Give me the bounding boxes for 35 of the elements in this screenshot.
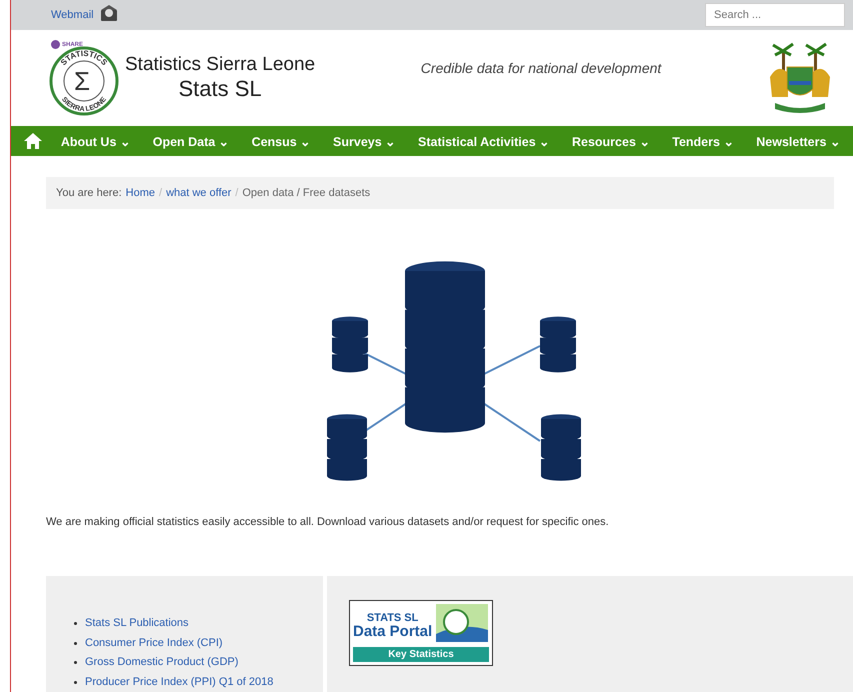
nav-menu-item[interactable]: Newsletters ⌄ xyxy=(752,134,845,148)
breadcrumb-link[interactable]: what we offer xyxy=(166,187,232,199)
key-statistics-label: Key Statistics xyxy=(353,647,489,662)
bullet-icon xyxy=(74,622,77,626)
nav-menu-item[interactable]: Surveys ⌄ xyxy=(329,134,400,148)
dataset-link[interactable]: Consumer Price Index (CPI) xyxy=(85,634,223,653)
breadcrumb-current: Open data / Free datasets xyxy=(242,187,370,199)
breadcrumb-separator: / xyxy=(159,187,162,199)
dataset-link[interactable]: Gross Domestic Product (GDP) xyxy=(85,653,238,672)
breadcrumb-link[interactable]: Home xyxy=(126,187,155,199)
tagline: Credible data for national development xyxy=(420,60,663,76)
nav-menu-item[interactable]: About Us ⌄ xyxy=(56,134,135,148)
bullet-icon xyxy=(74,642,77,645)
nav-menu-item[interactable]: Resources ⌄ xyxy=(568,134,654,148)
dataset-link[interactable]: Stats SL Publications xyxy=(85,614,189,634)
bullet-icon xyxy=(74,661,77,664)
search-field[interactable]: Search ... xyxy=(705,3,845,27)
banner-title: STATS SL xyxy=(366,612,418,624)
portal-logo-drawing xyxy=(436,604,488,642)
data-portal-banner[interactable]: STATS SL Data Portal Key Statistics xyxy=(349,600,493,666)
nav-menu-item[interactable]: Open Data ⌄ xyxy=(148,134,234,148)
breadcrumb-separator: / xyxy=(235,187,238,199)
dataset-link[interactable]: Producer Price Index (PPI) Q1 of 2018 xyxy=(85,672,274,692)
home-icon[interactable] xyxy=(23,132,43,150)
breadcrumb-label: You are here: xyxy=(56,187,122,199)
site-subtitle: Stats SL xyxy=(178,76,262,102)
nav-menu-item[interactable]: Tenders ⌄ xyxy=(668,134,738,148)
nav-menu-item[interactable]: Statistical Activities ⌄ xyxy=(414,134,554,148)
envelope-icon[interactable] xyxy=(100,4,118,22)
nav-menu-item[interactable]: Census ⌄ xyxy=(248,134,316,148)
intro-paragraph: We are making official statistics easily accessible to all. Download various datasets and/or request for specific ones. xyxy=(46,516,610,528)
banner-subtitle: Data Portal xyxy=(353,624,432,638)
bullet-icon xyxy=(74,680,77,684)
site-title: Statistics Sierra Leone xyxy=(125,54,316,76)
webmail-link[interactable]: Webmail xyxy=(51,9,94,21)
